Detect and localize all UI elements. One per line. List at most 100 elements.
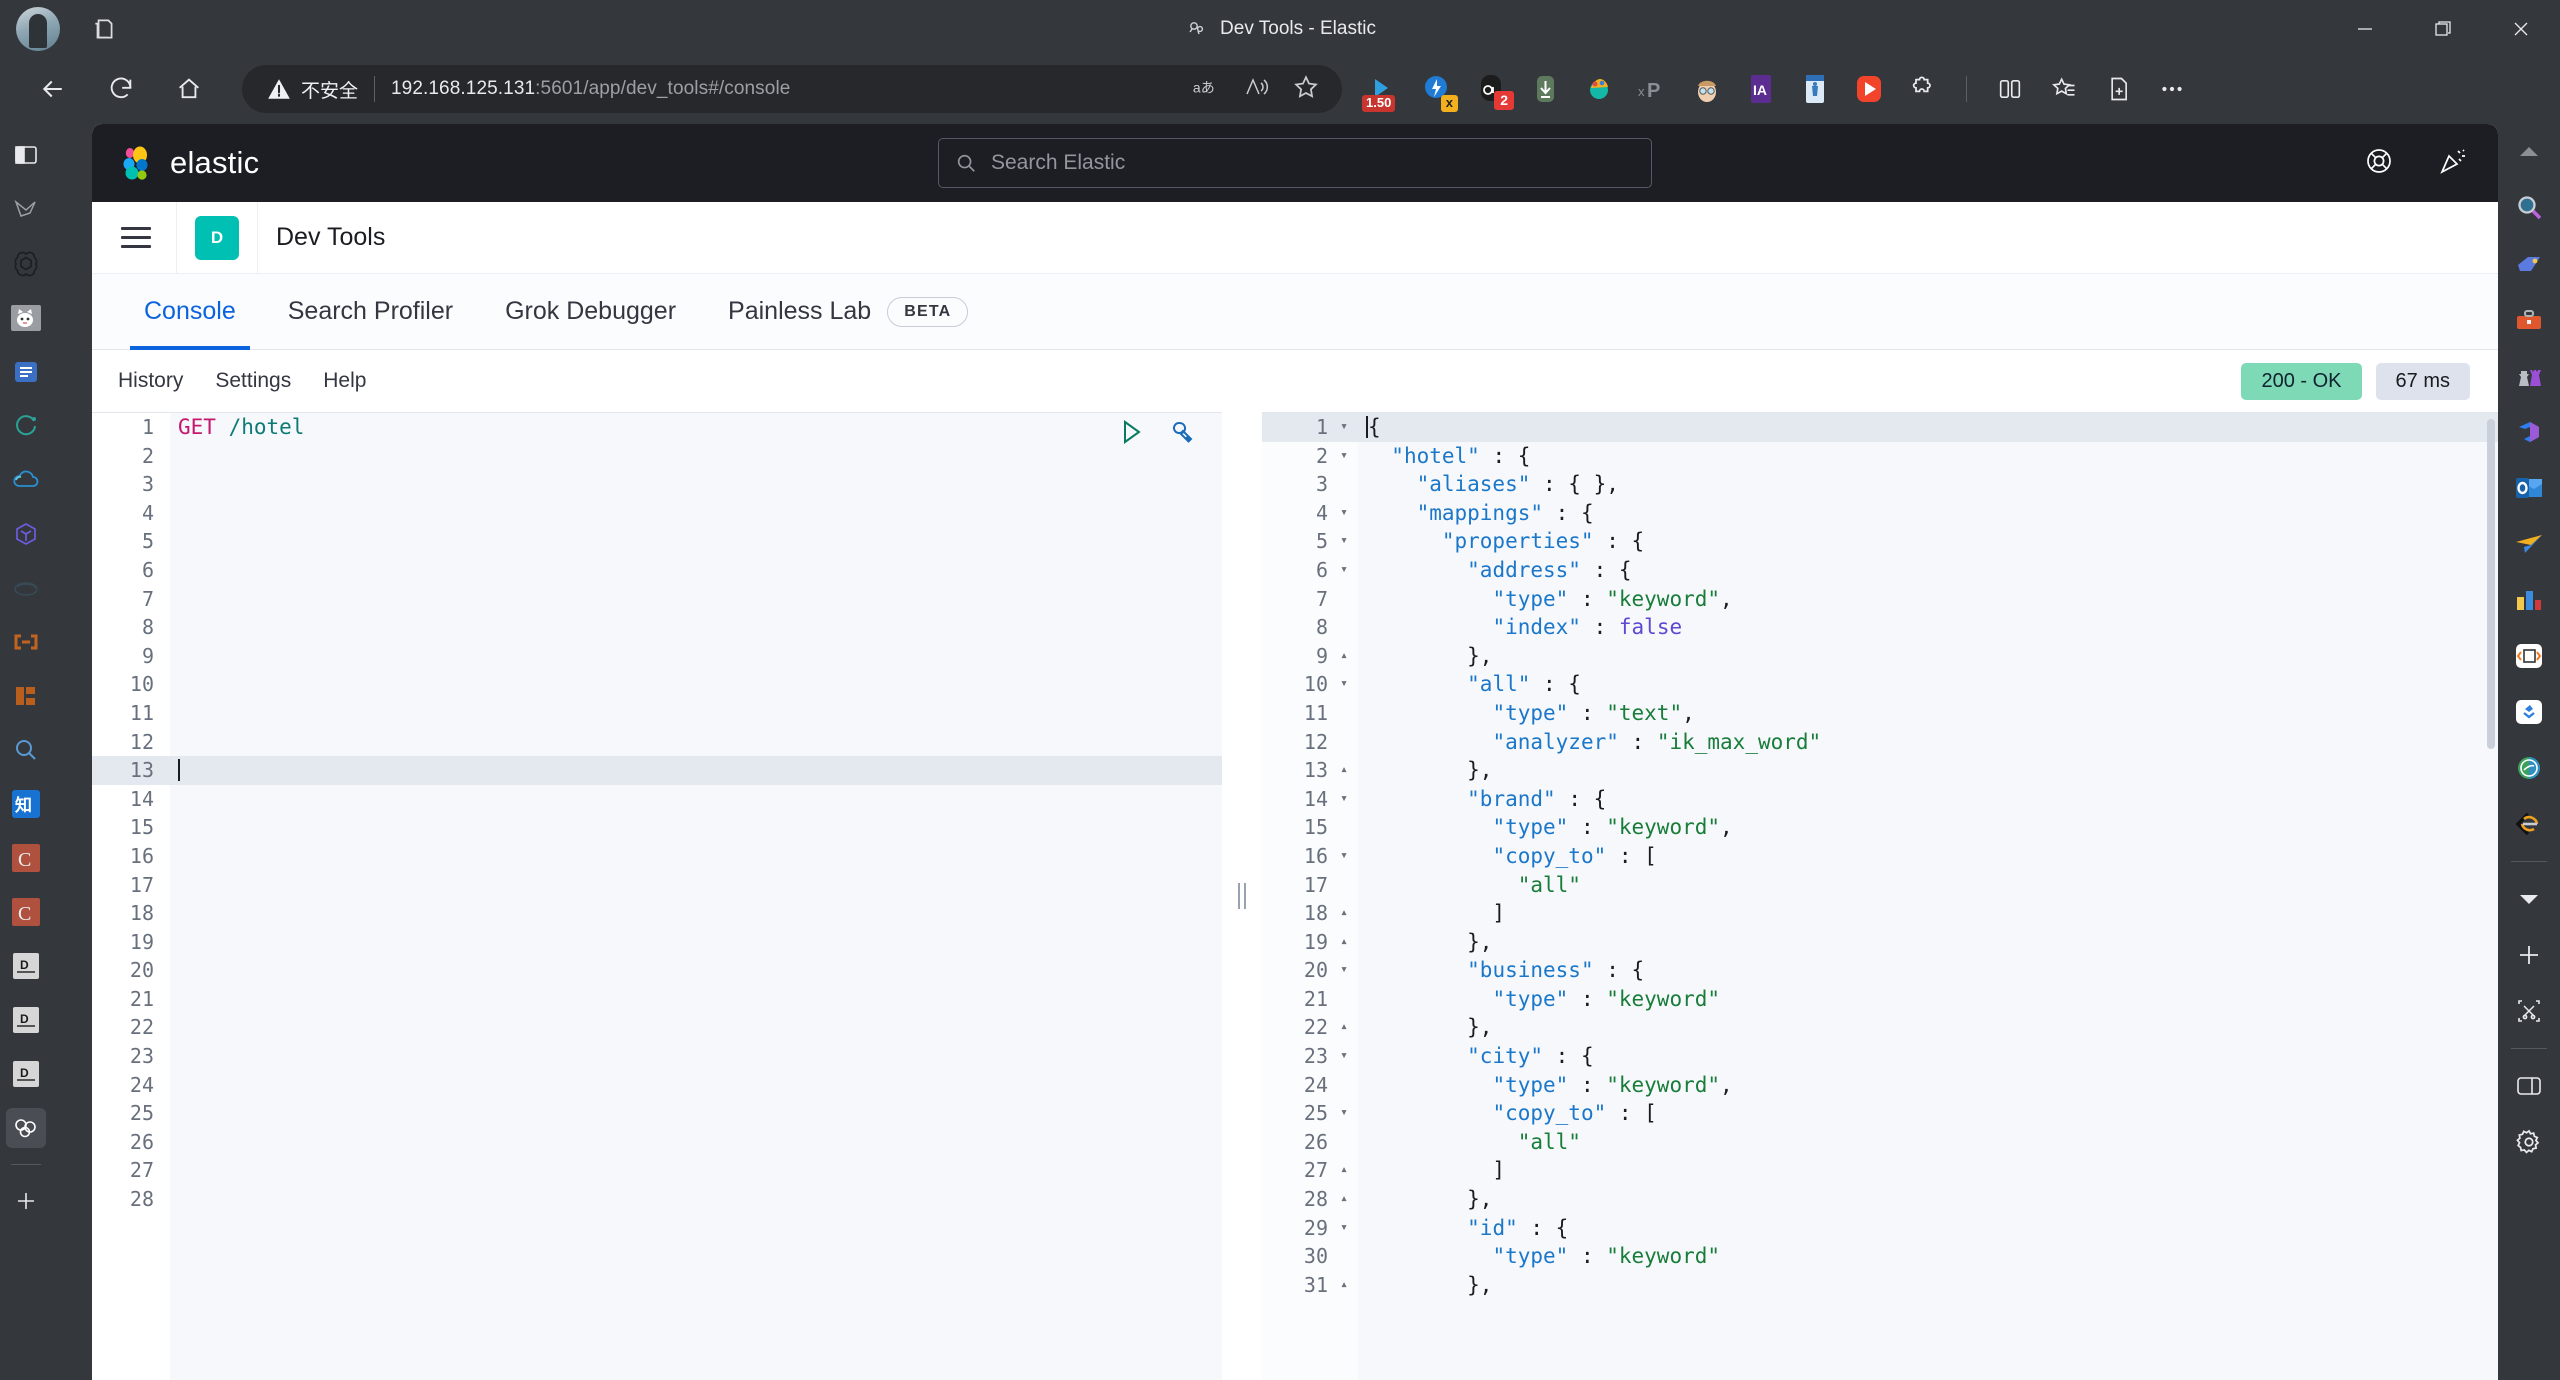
close-icon[interactable] [2482,0,2560,58]
lightning-extension[interactable]: x [1410,62,1464,116]
fold-down-icon[interactable]: ▾ [1340,956,1348,985]
help-lifebuoy-icon[interactable] [2364,146,2394,181]
fold-down-icon[interactable]: ▾ [1340,1099,1348,1128]
immersive-reader-icon[interactable] [1242,74,1270,105]
profile-avatar[interactable] [16,7,60,51]
response-code-line[interactable]: }, [1358,1271,2498,1300]
request-code-line[interactable] [170,871,1222,900]
xpath-extension[interactable]: x P [1626,62,1680,116]
microsoft-365-icon[interactable] [2507,410,2551,454]
collapse-up-icon[interactable] [2507,130,2551,174]
robot-orange-icon[interactable] [6,676,46,716]
request-code-line[interactable] [170,1013,1222,1042]
response-code-line[interactable]: }, [1358,928,2498,957]
request-code-line[interactable] [170,899,1222,928]
link-orange-icon[interactable] [6,622,46,662]
speed-controller-extension[interactable]: 1.50 [1356,62,1410,116]
request-code-line[interactable] [170,956,1222,985]
response-code-line[interactable]: ] [1358,1156,2498,1185]
request-editor-pane[interactable]: 1 2 3 4 5 6 7 8 9 10 11 12 13 14 15 16 17 18 19 20 21 22 23 24 2… [92,412,1222,1380]
search-blue-icon[interactable] [6,730,46,770]
response-code-line[interactable]: "mappings" : { [1358,499,2498,528]
fold-up-icon[interactable]: ▴ [1340,928,1348,957]
response-code-line[interactable]: }, [1358,756,2498,785]
add-plus-icon[interactable] [2507,933,2551,977]
response-code-line[interactable]: "copy_to" : [ [1358,1099,2498,1128]
tab-grok-debugger[interactable]: Grok Debugger [479,274,702,350]
response-code-line[interactable]: }, [1358,1185,2498,1214]
hamburger-menu-icon[interactable] [114,216,158,260]
add-tab-icon[interactable] [6,1181,46,1221]
loading-ring-icon[interactable] [6,406,46,446]
download-manager-extension[interactable] [1518,62,1572,116]
d-doc-icon[interactable]: D [6,946,46,986]
response-code-line[interactable]: "type" : "keyword" [1358,1242,2498,1271]
request-code-line[interactable] [170,642,1222,671]
request-code-line[interactable] [170,670,1222,699]
request-code-line[interactable] [170,1185,1222,1214]
response-code-line[interactable]: { [1358,413,2498,442]
fold-down-icon[interactable]: ▾ [1340,527,1348,556]
request-code-line[interactable] [170,613,1222,642]
code-edit-icon[interactable] [2507,634,2551,678]
request-code-line[interactable] [170,442,1222,471]
fold-up-icon[interactable]: ▴ [1340,756,1348,785]
response-code-line[interactable]: "type" : "keyword" [1358,985,2498,1014]
request-code-line[interactable] [170,585,1222,614]
zhihu-icon[interactable]: 知 [6,784,46,824]
request-code-line[interactable] [170,556,1222,585]
back-arrow-icon[interactable] [26,62,80,116]
request-code-line[interactable] [170,499,1222,528]
response-code-line[interactable]: "city" : { [1358,1042,2498,1071]
request-code-line[interactable] [170,842,1222,871]
request-code-line[interactable] [170,470,1222,499]
chess-pieces-icon[interactable] [2507,354,2551,398]
cloud-icon[interactable] [6,460,46,500]
request-code-line[interactable] [170,728,1222,757]
console-history-link[interactable]: History [118,369,183,393]
response-code-line[interactable]: "copy_to" : [ [1358,842,2498,871]
tab-painless-lab[interactable]: Painless Lab BETA [702,274,994,350]
response-code-line[interactable]: "address" : { [1358,556,2498,585]
add-to-collections-icon[interactable] [2091,62,2145,116]
search-input[interactable]: Search Elastic [938,138,1652,188]
response-code-line[interactable]: "brand" : { [1358,785,2498,814]
response-code-line[interactable]: "type" : "keyword", [1358,813,2498,842]
tab-search-profiler[interactable]: Search Profiler [262,274,479,350]
response-code-line[interactable]: "all" [1358,1128,2498,1157]
response-code-line[interactable]: }, [1358,642,2498,671]
console-settings-link[interactable]: Settings [215,369,291,393]
response-pane[interactable]: 1 ▾ 2 ▾ 3 4 ▾ 5 ▾ 6 ▾ 7 8 9 ▴ 10 ▾ 11 12 13 ▴ 14 ▾ 15 16 ▾ 17 18 ▴ 19… [1262,412,2498,1380]
whale-faded-icon[interactable] [6,568,46,608]
collections-favorites-icon[interactable] [2037,62,2091,116]
drop-pen-icon[interactable] [6,190,46,230]
fold-down-icon[interactable]: ▾ [1340,785,1348,814]
request-code-line[interactable] [170,1042,1222,1071]
search-magnifier-icon[interactable] [2507,186,2551,230]
minimize-icon[interactable] [2326,0,2404,58]
fold-up-icon[interactable]: ▴ [1340,1185,1348,1214]
reload-icon[interactable] [94,62,148,116]
response-code-line[interactable]: "business" : { [1358,956,2498,985]
fold-down-icon[interactable]: ▾ [1340,499,1348,528]
tab-actions-icon[interactable] [82,7,126,51]
c-red-icon[interactable]: C [6,838,46,878]
c-red-icon-2[interactable]: C [6,892,46,932]
request-code-line[interactable] [170,928,1222,957]
response-code-line[interactable]: "index" : false [1358,613,2498,642]
settings-gear-icon[interactable] [2507,1120,2551,1164]
response-code-line[interactable]: "type" : "keyword", [1358,585,2498,614]
request-code-line[interactable] [170,1099,1222,1128]
run-play-icon[interactable] [1116,417,1146,452]
response-code-line[interactable]: "properties" : { [1358,527,2498,556]
console-help-link[interactable]: Help [323,369,366,393]
request-code-line[interactable] [170,1071,1222,1100]
favorite-star-icon[interactable] [1292,73,1320,106]
charts-bars-icon[interactable] [2507,578,2551,622]
request-code-line[interactable] [170,813,1222,842]
response-code[interactable]: { "hotel" : { "aliases" : { }, "mappings… [1358,413,2498,1380]
copilot-bubbles-icon[interactable] [6,1108,46,1148]
splitter-handle[interactable] [1238,883,1246,909]
video-download-extension[interactable]: 2 [1464,62,1518,116]
puzzle-extensions-icon[interactable] [1896,62,1950,116]
